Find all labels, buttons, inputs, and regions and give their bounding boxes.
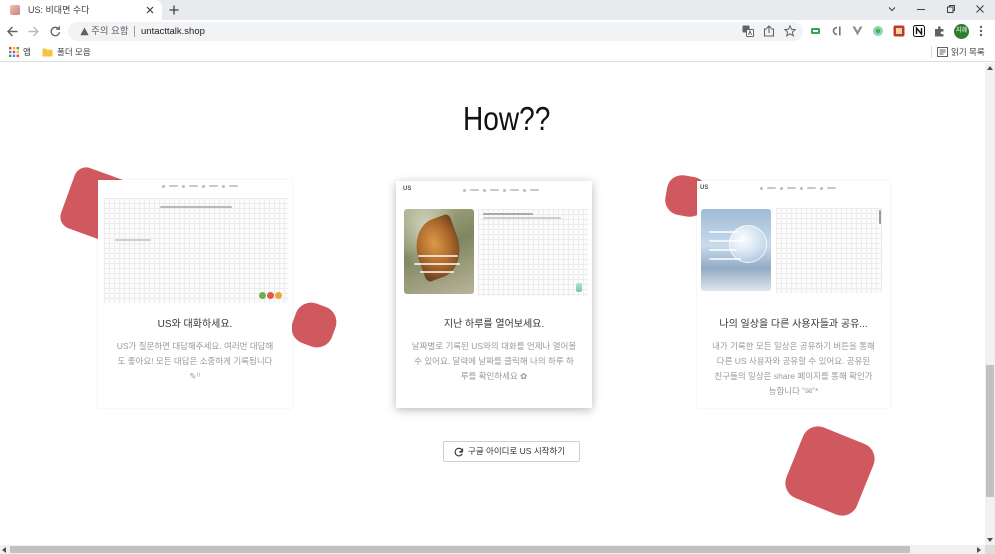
translate-icon[interactable]	[742, 25, 754, 37]
preview-text-line	[115, 239, 151, 241]
url-text[interactable]: untacttalk.shop	[141, 22, 205, 41]
feature-card-calendar: US 지난 하루를 열어보세요. 날짜별로 기록된 US와의 대화를 언제나 열…	[396, 181, 592, 408]
reading-list-icon[interactable]	[937, 47, 948, 57]
close-window-icon[interactable]	[975, 4, 985, 14]
bookmark-apps[interactable]: 앱	[23, 43, 31, 61]
warning-icon[interactable]	[80, 27, 89, 36]
tab-title: US: 비대면 수다	[28, 5, 90, 15]
puzzle-icon[interactable]	[934, 25, 946, 37]
scroll-left-icon[interactable]	[2, 547, 6, 553]
preview-dot	[275, 292, 282, 299]
extension-icon[interactable]	[852, 25, 863, 37]
reload-icon[interactable]	[49, 25, 62, 38]
horizontal-scroll-thumb[interactable]	[10, 546, 910, 553]
preview-nav	[463, 188, 539, 192]
photo-overlay-line	[414, 263, 460, 265]
card-description: 내가 기록한 모든 일상은 공유하기 버튼을 통해 다른 US 사용자와 공유할…	[712, 341, 875, 396]
favicon-icon	[10, 5, 20, 15]
profile-avatar[interactable]: 지혜	[954, 24, 969, 39]
preview-nav	[162, 184, 238, 188]
photo-overlay-line	[709, 240, 743, 242]
extension-icon[interactable]	[893, 25, 905, 37]
decor-shape	[287, 298, 341, 352]
bookmark-folder[interactable]: 폴더 모음	[57, 43, 91, 61]
scroll-right-icon[interactable]	[977, 547, 981, 553]
preview-leaf-photo	[404, 209, 474, 294]
decor-shape	[780, 421, 880, 521]
card-preview-image	[98, 180, 288, 303]
back-icon[interactable]	[6, 25, 19, 38]
address-divider	[134, 26, 135, 37]
preview-logo: US	[700, 185, 709, 191]
card-description: 날짜별로 기록된 US와의 대화를 언제나 열어볼 수 있어요. 달력에 날짜를…	[411, 341, 577, 381]
preview-nav	[760, 186, 836, 190]
reading-list-label[interactable]: 읽기 목록	[951, 43, 985, 61]
new-tab-icon[interactable]	[169, 5, 179, 15]
extension-icon[interactable]	[831, 25, 842, 37]
preview-logo: US	[403, 186, 412, 192]
card-heading: US와 대화하세요.	[157, 319, 233, 330]
scroll-down-icon[interactable]	[987, 538, 993, 542]
bookmarks-bar	[0, 43, 995, 62]
preview-scrollbar	[879, 210, 881, 224]
preview-dot	[267, 292, 274, 299]
preview-text-line	[483, 213, 533, 215]
card-heading: 나의 일상을 다른 사용자들과 공유...	[719, 319, 868, 330]
preview-panel	[478, 209, 588, 296]
feature-card-share: US 나의 일상을 다른 사용자들과 공유... 내가 기록한 모든 일상은 공…	[697, 181, 890, 408]
preview-panel	[776, 208, 882, 293]
preview-question-line	[160, 206, 232, 208]
minimize-icon[interactable]	[916, 4, 926, 14]
close-tab-icon[interactable]	[145, 5, 155, 15]
card-heading: 지난 하루를 열어보세요.	[443, 319, 545, 330]
extension-icon[interactable]	[810, 25, 821, 37]
preview-jar-icon	[576, 283, 582, 292]
preview-paper	[104, 198, 288, 303]
security-label[interactable]: 주의 요함	[91, 22, 129, 41]
star-icon[interactable]	[784, 25, 796, 37]
card-description: US가 질문하면 대답해주세요. 여러번 대답해도 좋아요! 모든 대답은 소중…	[116, 341, 274, 381]
vertical-scroll-thumb[interactable]	[986, 365, 994, 497]
restore-icon[interactable]	[946, 4, 956, 14]
google-icon	[454, 447, 464, 457]
tab-search-icon[interactable]	[887, 4, 897, 14]
google-login-button[interactable]: 구글 아이디로 US 시작하기	[443, 441, 580, 462]
google-login-label: 구글 아이디로 US 시작하기	[468, 446, 566, 456]
bookmarks-divider	[931, 46, 932, 58]
feature-card-chat: US와 대화하세요. US가 질문하면 대답해주세요. 여러번 대답해도 좋아요…	[98, 180, 292, 408]
photo-overlay-line	[709, 258, 741, 260]
share-icon[interactable]	[763, 25, 775, 37]
photo-overlay-line	[420, 271, 454, 273]
extension-icon[interactable]	[872, 25, 884, 37]
forward-icon[interactable]	[27, 25, 40, 38]
photo-overlay-line	[709, 249, 737, 251]
page-title: How??	[463, 100, 551, 137]
preview-text-line	[483, 217, 561, 219]
preview-bubble-photo	[701, 209, 771, 291]
menu-icon[interactable]	[976, 25, 986, 37]
preview-dot	[259, 292, 266, 299]
photo-overlay-line	[709, 231, 739, 233]
scroll-up-icon[interactable]	[987, 66, 993, 70]
extension-icon[interactable]	[913, 25, 925, 37]
scrollbar-corner	[985, 545, 995, 554]
card-preview-image: US	[396, 181, 592, 303]
folder-icon[interactable]	[42, 47, 53, 57]
card-preview-image: US	[697, 181, 890, 303]
photo-overlay-line	[418, 255, 458, 257]
apps-icon[interactable]	[9, 47, 19, 57]
